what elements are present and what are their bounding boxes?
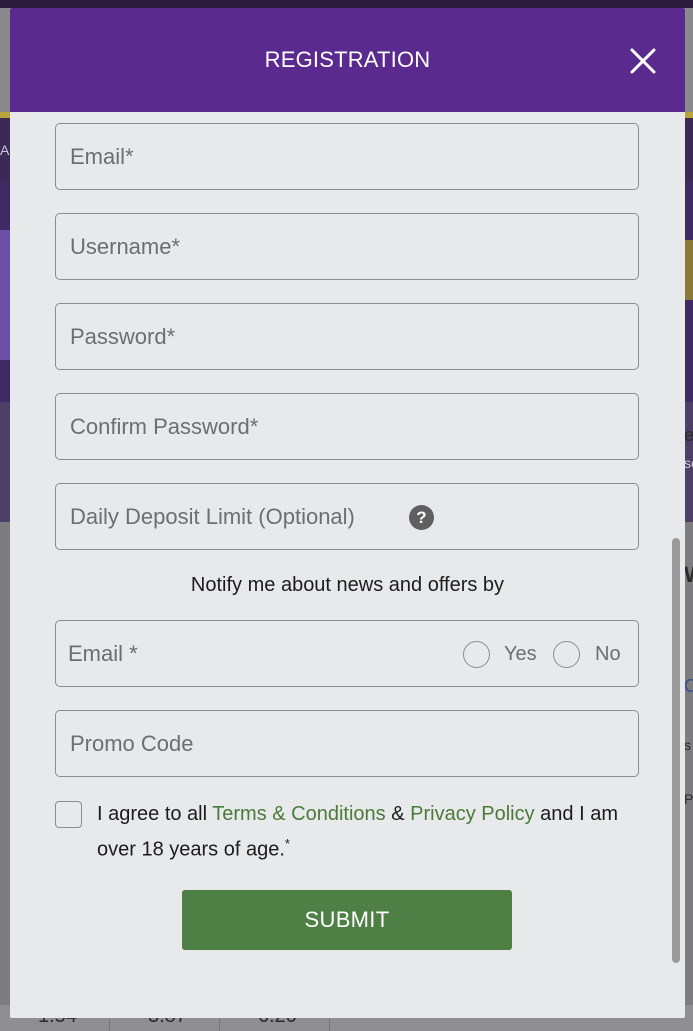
help-icon[interactable]: ?	[409, 505, 434, 530]
background-topbar	[0, 0, 693, 8]
privacy-policy-link[interactable]: Privacy Policy	[410, 803, 534, 825]
background-text-fragment: s	[684, 737, 691, 753]
background-text-fragment: W	[684, 562, 693, 588]
registration-modal: REGISTRATION ? Notify me about news and …	[10, 8, 685, 1018]
agreement-text-before: I agree to all	[97, 803, 213, 825]
modal-title: REGISTRATION	[264, 47, 431, 72]
email-field[interactable]	[56, 124, 638, 189]
password-field[interactable]	[56, 304, 638, 369]
promo-code-field-wrapper	[55, 710, 639, 777]
scrollbar-thumb[interactable]	[672, 538, 680, 963]
email-notify-option: Email * Yes No	[55, 620, 639, 687]
confirm-password-field[interactable]	[56, 394, 638, 459]
username-field-wrapper	[55, 213, 639, 280]
notify-no-radio[interactable]	[553, 641, 580, 668]
background-text-fragment: PI	[684, 791, 693, 807]
username-field[interactable]	[56, 214, 638, 279]
background-text-fragment: er	[684, 425, 693, 445]
close-button[interactable]	[629, 47, 657, 75]
terms-agreement-text: I agree to all Terms & Conditions & Priv…	[97, 800, 645, 865]
notify-no-label[interactable]: No	[595, 643, 621, 666]
notify-channel-label: Email *	[68, 641, 138, 666]
modal-header: REGISTRATION	[10, 8, 685, 112]
submit-button[interactable]: SUBMIT	[182, 890, 512, 950]
close-icon	[630, 48, 656, 74]
deposit-limit-field[interactable]	[56, 484, 638, 549]
background-text-fragment: C	[684, 676, 693, 696]
notify-yes-radio[interactable]	[463, 641, 490, 668]
background-hero-accent	[0, 230, 10, 360]
agreement-text-mid: &	[385, 803, 411, 825]
password-field-wrapper	[55, 303, 639, 370]
promo-code-field[interactable]	[56, 711, 638, 776]
terms-conditions-link[interactable]: Terms & Conditions	[212, 803, 385, 825]
deposit-limit-field-wrapper: ?	[55, 483, 639, 550]
terms-checkbox[interactable]	[55, 801, 82, 828]
required-mark: *	[284, 836, 290, 851]
notify-yes-label[interactable]: Yes	[504, 643, 537, 666]
confirm-password-field-wrapper	[55, 393, 639, 460]
notify-heading: Notify me about news and offers by	[190, 574, 505, 596]
background-text-fragment: se	[684, 455, 693, 471]
email-field-wrapper	[55, 123, 639, 190]
